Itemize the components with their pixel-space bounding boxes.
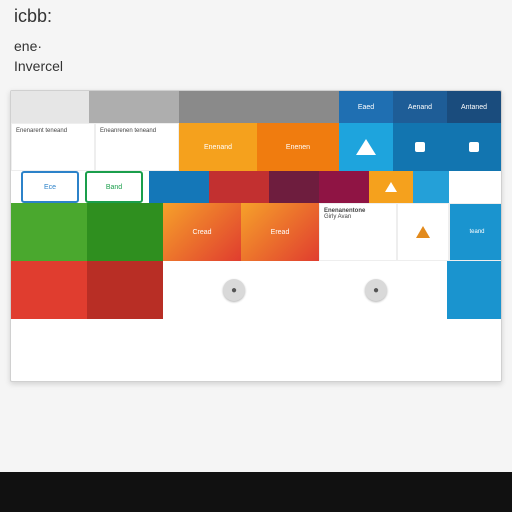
footer-bar xyxy=(0,472,512,512)
green-tile-1[interactable] xyxy=(11,203,87,261)
info-card[interactable]: Enenanentone Girly Avan xyxy=(319,203,397,261)
orange-tile-2[interactable]: Enenen xyxy=(257,123,339,171)
chip-blue[interactable]: Ece xyxy=(21,171,79,203)
info-subtitle: Girly Avan xyxy=(324,214,392,220)
knob-icon: ● xyxy=(373,285,379,296)
knob-icon: ● xyxy=(231,285,237,296)
dashboard-panel: Eaed Aenand Antaned Enenarent teneand En… xyxy=(10,90,502,382)
triangle-up-icon xyxy=(356,139,376,155)
blue-tile-triangle[interactable] xyxy=(339,123,393,171)
red-tile-2[interactable] xyxy=(87,261,163,319)
header-tab-1[interactable]: Eaed xyxy=(339,91,393,123)
red-tile-1[interactable] xyxy=(11,261,87,319)
knob-button-1[interactable]: ● xyxy=(223,279,245,301)
header-spacer-2 xyxy=(89,91,179,123)
blue-tile-icon-2[interactable] xyxy=(447,123,501,171)
strip-orange[interactable] xyxy=(369,171,413,203)
orange-tile-1[interactable]: Enenand xyxy=(179,123,257,171)
module-icon xyxy=(469,142,479,152)
header-tab-2[interactable]: Aenand xyxy=(393,91,447,123)
control-area: ● ● xyxy=(163,261,447,319)
triangle-up-icon xyxy=(416,226,430,238)
header-tab-3[interactable]: Antaned xyxy=(447,91,501,123)
header-spacer-3 xyxy=(179,91,339,123)
row-tiles-2: ● ● xyxy=(11,261,501,319)
module-icon xyxy=(415,142,425,152)
strip-blue[interactable] xyxy=(149,171,209,203)
row-tiles-1: Cread Eread Enenanentone Girly Avan tean… xyxy=(11,203,501,261)
text-card-2[interactable]: Eneanrenen teneand xyxy=(95,123,179,171)
subtitle-line-2: Invercel xyxy=(14,58,63,74)
blue-tile-icon-1[interactable] xyxy=(393,123,447,171)
row-cards: Enenarent teneand Eneanrenen teneand Ene… xyxy=(11,123,501,171)
strip-cyan[interactable] xyxy=(413,171,449,203)
strip-red[interactable] xyxy=(209,171,269,203)
row-header: Eaed Aenand Antaned xyxy=(11,91,501,123)
small-tile-2[interactable]: teand xyxy=(449,203,502,261)
knob-button-2[interactable]: ● xyxy=(365,279,387,301)
text-card-1[interactable]: Enenarent teneand xyxy=(11,123,95,171)
chip-green[interactable]: Band xyxy=(85,171,143,203)
small-tile-1[interactable] xyxy=(397,203,449,261)
strip-magenta[interactable] xyxy=(319,171,369,203)
green-tile-2[interactable] xyxy=(87,203,163,261)
page-title: icbb: xyxy=(14,6,52,27)
gradient-tile-2[interactable]: Eread xyxy=(241,203,319,261)
strip-maroon[interactable] xyxy=(269,171,319,203)
subtitle-line-1: ene· xyxy=(14,38,42,54)
gradient-tile-1[interactable]: Cread xyxy=(163,203,241,261)
color-strip xyxy=(149,171,501,203)
blue-side-tile[interactable] xyxy=(447,261,501,319)
header-spacer-1 xyxy=(11,91,89,123)
row-chips: Ece Band xyxy=(11,171,501,203)
triangle-up-icon xyxy=(385,182,397,192)
